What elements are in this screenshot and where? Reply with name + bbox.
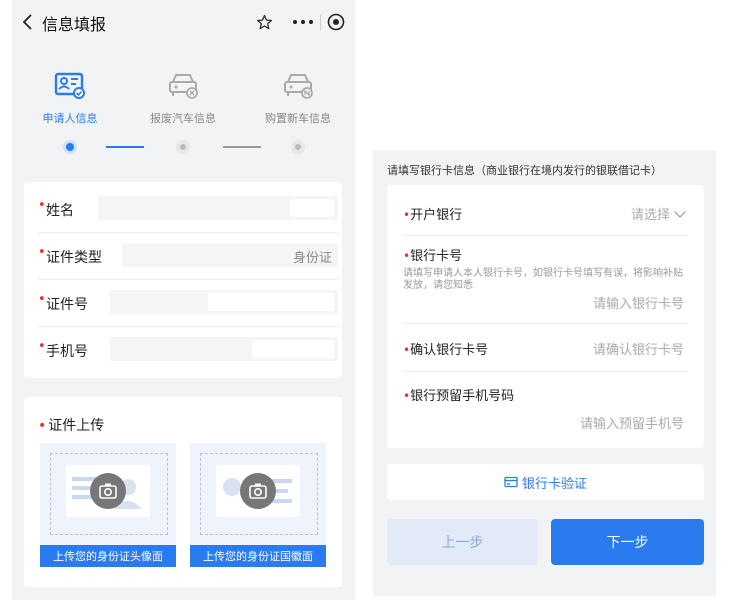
bank-phone-input[interactable]: 请输入预留手机号 xyxy=(580,413,684,432)
card-number-hint: 请填写申请人本人银行卡号，如银行卡号填写有误，将影响补贴发放，请您知悉 xyxy=(403,268,683,291)
bank-select-row[interactable]: •开户银行 请选择 xyxy=(403,185,688,236)
name-label: 姓名 xyxy=(46,203,74,219)
star-icon[interactable] xyxy=(256,14,273,31)
phone-label: 手机号 xyxy=(46,344,88,360)
page-title: 信息填报 xyxy=(42,15,107,34)
id-number-input[interactable] xyxy=(110,290,338,314)
previous-step-button[interactable]: 上一步 xyxy=(387,519,538,565)
step-connector xyxy=(223,146,261,148)
bank-info-screen: 请填写银行卡信息（商业银行在境内发行的银联借记卡） •开户银行 请选择 •银行卡… xyxy=(373,150,716,596)
more-icon[interactable] xyxy=(286,9,320,35)
upload-back-caption: 上传您的身份证国徽面 xyxy=(190,545,326,567)
phone-row: • 手机号 xyxy=(38,327,338,373)
step-scrap-car[interactable]: 报废汽车信息 xyxy=(128,70,238,126)
step-label: 购置新车信息 xyxy=(265,112,331,125)
applicant-card-icon xyxy=(54,72,85,99)
bank-label: 开户银行 xyxy=(410,208,463,223)
top-bar: 信息填报 xyxy=(12,0,355,44)
name-row: • 姓名 xyxy=(38,186,338,233)
camera-icon xyxy=(240,473,276,509)
back-icon[interactable] xyxy=(18,12,38,32)
step-dot-new-car xyxy=(291,140,305,154)
scrap-car-icon xyxy=(169,74,198,99)
id-type-row: • 证件类型 身份证 xyxy=(38,233,338,280)
applicant-info-screen: 信息填报 申请人信息 报废汽车信息 购置新车信息 • 姓名 • 证件类型 身份证… xyxy=(12,0,355,600)
id-type-label: 证件类型 xyxy=(46,250,102,266)
bank-placeholder: 请选择 xyxy=(630,208,670,223)
step-new-car[interactable]: 购置新车信息 xyxy=(243,70,353,126)
upload-title: 证件上传 xyxy=(48,418,105,434)
applicant-info-card: • 姓名 • 证件类型 身份证 • 证件号 • 手机号 xyxy=(24,182,342,378)
bank-phone-row: •银行预留手机号码 请输入预留手机号 xyxy=(403,389,684,432)
camera-icon xyxy=(90,473,126,509)
step-dot-applicant xyxy=(63,140,77,154)
bank-info-card: •开户银行 请选择 •银行卡号 请填写申请人本人银行卡号，如银行卡号填写有误，将… xyxy=(387,185,704,448)
upload-front-caption: 上传您的身份证头像面 xyxy=(40,545,176,567)
name-input[interactable] xyxy=(98,196,338,220)
close-target-icon[interactable] xyxy=(321,9,350,35)
card-number-label: 银行卡号 xyxy=(410,249,463,264)
id-upload-card: • 证件上传 上传您的身份证头像面 上传您的身份证国徽面 xyxy=(24,397,342,587)
bank-card-verify-button[interactable]: 银行卡验证 xyxy=(387,464,704,500)
mini-program-capsule xyxy=(286,9,350,35)
step-label: 报废汽车信息 xyxy=(150,112,216,125)
confirm-card-input[interactable]: 请确认银行卡号 xyxy=(593,339,684,358)
verify-label: 银行卡验证 xyxy=(521,476,587,492)
step-applicant[interactable]: 申请人信息 xyxy=(15,70,125,126)
bank-notice: 请填写银行卡信息（商业银行在境内发行的银联借记卡） xyxy=(387,164,662,177)
id-number-row: • 证件号 xyxy=(38,280,338,327)
step-connector xyxy=(106,146,144,148)
new-car-icon xyxy=(284,74,313,99)
id-type-select[interactable]: 身份证 xyxy=(122,243,338,267)
card-number-input[interactable]: 请输入银行卡号 xyxy=(593,293,684,312)
phone-input[interactable] xyxy=(110,337,338,361)
bank-phone-label: 银行预留手机号码 xyxy=(410,389,515,404)
id-type-value: 身份证 xyxy=(292,251,332,266)
id-number-label: 证件号 xyxy=(46,297,88,313)
next-step-button[interactable]: 下一步 xyxy=(551,519,704,565)
step-label: 申请人信息 xyxy=(42,112,98,125)
chevron-down-icon xyxy=(674,206,686,218)
bank-card-icon xyxy=(504,476,518,488)
upload-id-back[interactable]: 上传您的身份证国徽面 xyxy=(190,443,326,567)
card-number-row: •银行卡号 请填写申请人本人银行卡号，如银行卡号填写有误，将影响补贴发放，请您知… xyxy=(403,235,688,324)
step-dot-scrap-car xyxy=(176,140,190,154)
confirm-card-row: •确认银行卡号 请确认银行卡号 xyxy=(403,323,688,372)
upload-id-front[interactable]: 上传您的身份证头像面 xyxy=(40,443,176,567)
confirm-card-label: 确认银行卡号 xyxy=(410,343,489,358)
